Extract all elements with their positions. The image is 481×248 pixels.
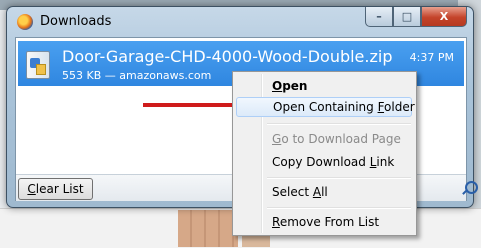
- menu-text: ink: [376, 155, 395, 169]
- menu-text: Copy Download: [272, 155, 370, 169]
- menu-item-copy-download-link[interactable]: Copy Download Link: [236, 152, 412, 172]
- window-controls: – □ X: [365, 7, 467, 27]
- menu-separator: [267, 207, 411, 209]
- menu-text: Select: [272, 185, 313, 199]
- menu-item-open-containing-folder[interactable]: Open Containing Folder: [236, 97, 415, 117]
- context-menu: Open Open Containing Folder Go to Downlo…: [232, 71, 417, 236]
- menu-text: Open Containing: [273, 100, 378, 114]
- menu-text: o to Download Page: [281, 132, 401, 146]
- maximize-button[interactable]: □: [393, 7, 421, 27]
- zip-file-icon: [26, 51, 50, 79]
- menu-accesskey: A: [312, 185, 322, 199]
- menu-accesskey: R: [272, 215, 280, 229]
- clear-list-button[interactable]: Clear List: [18, 178, 93, 200]
- menu-item-open[interactable]: Open: [236, 76, 412, 96]
- clear-list-label-rest: lear List: [35, 182, 84, 196]
- menu-accesskey: O: [272, 79, 283, 93]
- menu-separator: [267, 123, 411, 125]
- firefox-icon: [17, 14, 33, 30]
- background-image-thumbnail: [178, 210, 238, 247]
- menu-text: older: [384, 100, 415, 114]
- download-meta: 553 KB — amazonaws.com: [62, 69, 212, 82]
- menu-item-select-all[interactable]: Select All: [236, 182, 412, 202]
- menu-item-remove-from-list[interactable]: Remove From List: [236, 212, 412, 232]
- menu-text: emove From List: [279, 215, 380, 229]
- download-time: 4:37 PM: [409, 51, 454, 64]
- minimize-button[interactable]: –: [365, 7, 393, 27]
- window-title: Downloads: [40, 14, 112, 29]
- title-bar[interactable]: Downloads – □ X: [7, 7, 473, 37]
- menu-text: ll: [321, 185, 328, 199]
- menu-item-go-to-download-page[interactable]: Go to Download Page: [236, 129, 412, 149]
- close-button[interactable]: X: [421, 7, 467, 27]
- download-filename: Door-Garage-CHD-4000-Wood-Double.zip: [62, 47, 393, 66]
- menu-accesskey: G: [272, 132, 282, 146]
- menu-separator: [267, 177, 411, 179]
- menu-text: pen: [282, 79, 308, 93]
- search-icon[interactable]: [465, 181, 478, 194]
- clear-list-accesskey: C: [27, 182, 36, 196]
